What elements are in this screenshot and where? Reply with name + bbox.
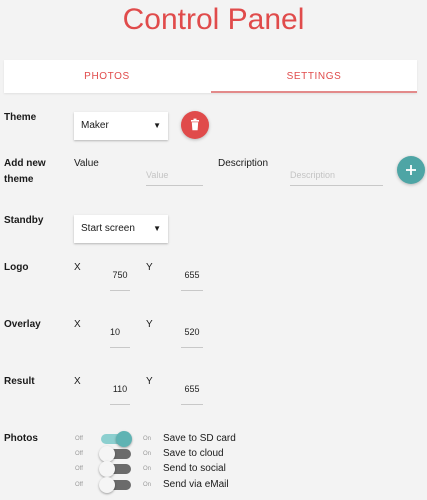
- standby-label: Standby: [4, 215, 44, 226]
- toggle-knob: [116, 431, 132, 447]
- save-cloud-toggle[interactable]: [99, 446, 131, 462]
- save-cloud-label: Save to cloud: [163, 448, 224, 459]
- delete-theme-button[interactable]: [181, 111, 209, 139]
- overlay-x-underline: [110, 347, 130, 348]
- tab-photos[interactable]: PHOTOS: [4, 60, 210, 93]
- tab-settings[interactable]: SETTINGS: [211, 60, 417, 93]
- active-tab-indicator: [211, 91, 417, 93]
- toggle-off-text: Off: [75, 436, 83, 442]
- overlay-y-underline: [181, 347, 203, 348]
- overlay-y-input[interactable]: 520: [181, 325, 203, 339]
- theme-select[interactable]: Maker ▼: [74, 112, 168, 140]
- page-title: Control Panel: [122, 3, 305, 36]
- toggle-off-text: Off: [75, 482, 83, 488]
- toggle-row-send-email: Off On Send via eMail: [0, 477, 427, 493]
- value-input[interactable]: [146, 165, 203, 186]
- result-x-underline: [110, 404, 130, 405]
- tab-bar: PHOTOS SETTINGS: [4, 60, 417, 93]
- logo-y-underline: [181, 290, 203, 291]
- logo-x-input[interactable]: 750: [110, 268, 130, 282]
- trash-icon: [191, 118, 199, 131]
- save-sd-label: Save to SD card: [163, 433, 236, 444]
- overlay-y-label: Y: [146, 319, 153, 330]
- toggle-off-text: Off: [75, 451, 83, 457]
- toggle-on-text: On: [143, 451, 152, 457]
- toggle-on-text: On: [143, 466, 152, 472]
- toggle-on-text: On: [143, 482, 152, 488]
- description-label: Description: [218, 158, 269, 169]
- plus-icon: [406, 165, 416, 175]
- logo-x-label: X: [74, 262, 81, 273]
- toggle-row-save-cloud: Off On Save to cloud: [0, 446, 427, 462]
- logo-y-input[interactable]: 655: [181, 268, 203, 282]
- overlay-x-input[interactable]: 10: [110, 325, 130, 339]
- logo-y-label: Y: [146, 262, 153, 273]
- result-y-input[interactable]: 655: [181, 382, 203, 396]
- standby-select[interactable]: Start screen ▼: [74, 215, 168, 243]
- send-social-toggle[interactable]: [99, 461, 131, 477]
- toggle-knob: [99, 477, 115, 493]
- toggle-row-save-sd: Off On Save to SD card: [0, 431, 427, 447]
- dropdown-arrow-icon: ▼: [153, 224, 161, 233]
- add-theme-label-line2: theme: [4, 174, 34, 185]
- send-social-label: Send to social: [163, 463, 226, 474]
- save-sd-toggle[interactable]: [101, 431, 132, 447]
- send-email-toggle[interactable]: [99, 477, 131, 493]
- add-theme-button[interactable]: [397, 156, 425, 184]
- result-x-input[interactable]: 110: [110, 382, 130, 396]
- logo-label: Logo: [4, 262, 29, 273]
- toggle-knob: [99, 446, 115, 462]
- overlay-x-label: X: [74, 319, 81, 330]
- standby-select-value: Start screen: [81, 223, 135, 234]
- result-y-underline: [181, 404, 203, 405]
- send-email-label: Send via eMail: [163, 479, 229, 490]
- result-y-label: Y: [146, 376, 153, 387]
- overlay-label: Overlay: [4, 319, 41, 330]
- toggle-off-text: Off: [75, 466, 83, 472]
- result-x-label: X: [74, 376, 81, 387]
- result-label: Result: [4, 376, 35, 387]
- theme-label: Theme: [4, 112, 37, 123]
- description-input[interactable]: [290, 165, 383, 186]
- toggle-on-text: On: [143, 436, 152, 442]
- toggle-knob: [99, 461, 115, 477]
- value-label: Value: [74, 158, 99, 169]
- control-panel-page: Control Panel PHOTOS SETTINGS Theme Make…: [0, 0, 427, 500]
- theme-select-value: Maker: [81, 120, 109, 131]
- toggle-row-send-social: Off On Send to social: [0, 461, 427, 477]
- dropdown-arrow-icon: ▼: [153, 121, 161, 130]
- logo-x-underline: [110, 290, 130, 291]
